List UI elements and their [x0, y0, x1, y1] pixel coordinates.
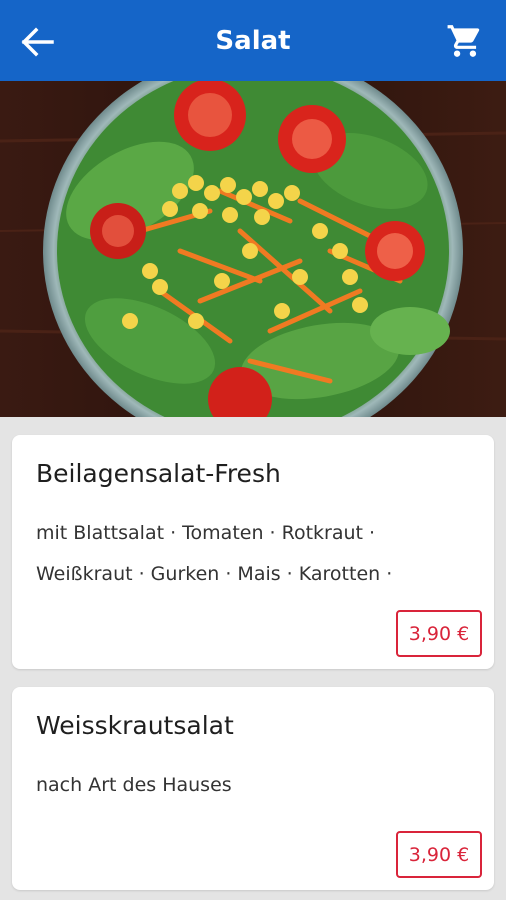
price-button[interactable]: 3,90 € [396, 610, 482, 657]
salad-bowl-photo [0, 81, 506, 417]
app-bar: Salat [0, 0, 506, 81]
list-item[interactable]: Beilagensalat-Fresh mit Blattsalat · Tom… [12, 435, 494, 669]
price-button[interactable]: 3,90 € [396, 831, 482, 878]
product-name: Beilagensalat-Fresh [36, 459, 281, 488]
product-description: mit Blattsalat · Tomaten · Rotkraut · We… [36, 522, 393, 585]
product-list: Beilagensalat-Fresh mit Blattsalat · Tom… [0, 417, 506, 900]
shopping-cart-icon [447, 25, 480, 57]
product-description: nach Art des Hauses [36, 774, 232, 796]
product-name: Weisskrautsalat [36, 711, 234, 740]
back-button[interactable] [18, 22, 58, 62]
page-title: Salat [215, 25, 291, 56]
cart-button[interactable] [444, 20, 486, 62]
list-item[interactable]: Weisskrautsalat nach Art des Hauses 3,90… [12, 687, 494, 890]
arrow-back-icon [21, 27, 54, 57]
